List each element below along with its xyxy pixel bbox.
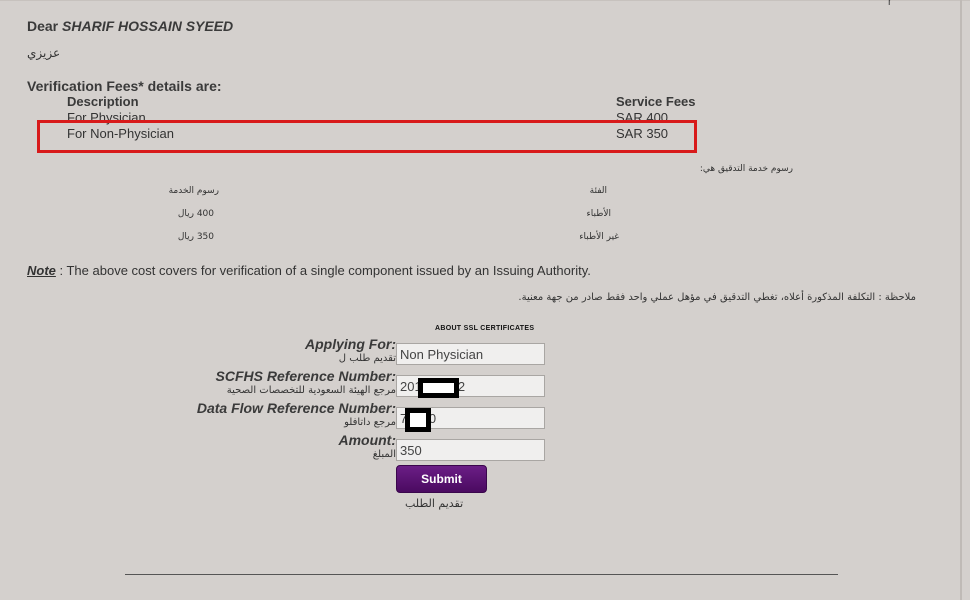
submit-button[interactable]: Submit bbox=[396, 465, 487, 493]
applying-for-label: Applying For: bbox=[305, 336, 396, 352]
scfhs-reference-label: SCFHS Reference Number: bbox=[215, 368, 397, 384]
redaction-mark bbox=[418, 378, 459, 398]
greeting: Dear SHARIF HOSSAIN SYEED bbox=[27, 18, 233, 34]
dataflow-reference-label: Data Flow Reference Number: bbox=[196, 400, 396, 416]
arabic-row-nonphysician-category: غير الأطباء bbox=[579, 232, 619, 242]
applying-for-field[interactable] bbox=[396, 343, 545, 365]
greeting-arabic: عزيزي bbox=[27, 46, 61, 60]
corner-glyph: r bbox=[888, 0, 892, 8]
greeting-prefix: Dear bbox=[27, 18, 63, 34]
redaction-inner bbox=[423, 383, 454, 393]
arabic-service-fees-header: رسوم الخدمة bbox=[168, 186, 219, 196]
ssl-certificates-link[interactable]: ABOUT SSL CERTIFICATES bbox=[435, 325, 534, 332]
applying-for-arabic: تقديم طلب ل bbox=[338, 353, 396, 364]
submit-arabic: تقديم الطلب bbox=[405, 497, 464, 510]
recipient-name: SHARIF HOSSAIN SYEED bbox=[62, 18, 234, 34]
fees-title: Verification Fees* details are: bbox=[27, 78, 222, 94]
arabic-category-header: الفئة bbox=[589, 186, 607, 196]
window-edge bbox=[960, 0, 962, 600]
amount-field[interactable] bbox=[396, 439, 545, 461]
redaction-inner bbox=[410, 413, 426, 427]
arabic-row-physician-category: الأطباء bbox=[586, 209, 612, 219]
arabic-fees-title: رسوم خدمة التدقيق هي: bbox=[699, 164, 793, 174]
top-border bbox=[0, 0, 970, 1]
amount-arabic: المبلغ bbox=[372, 449, 396, 460]
cost-note-arabic: ملاحظة : التكلفة المذكورة أعلاه، تغطي ال… bbox=[518, 292, 916, 303]
note-text: : The above cost covers for verification… bbox=[55, 263, 591, 278]
amount-label: Amount: bbox=[338, 432, 396, 448]
scfhs-reference-arabic: مرجع الهيئة السعودية للتخصصات الصحية bbox=[226, 385, 396, 396]
redaction-mark bbox=[405, 408, 431, 432]
dataflow-reference-arabic: مرجع داتافلو bbox=[344, 417, 396, 428]
description-header: Description bbox=[67, 94, 139, 109]
highlight-annotation bbox=[37, 120, 697, 153]
service-fees-header: Service Fees bbox=[616, 94, 696, 109]
bottom-divider bbox=[125, 574, 838, 575]
cost-note: Note : The above cost covers for verific… bbox=[27, 263, 591, 278]
arabic-row-nonphysician-fee: 350 ريال bbox=[177, 232, 214, 242]
note-label: Note bbox=[27, 263, 56, 278]
arabic-row-physician-fee: 400 ريال bbox=[177, 209, 214, 219]
